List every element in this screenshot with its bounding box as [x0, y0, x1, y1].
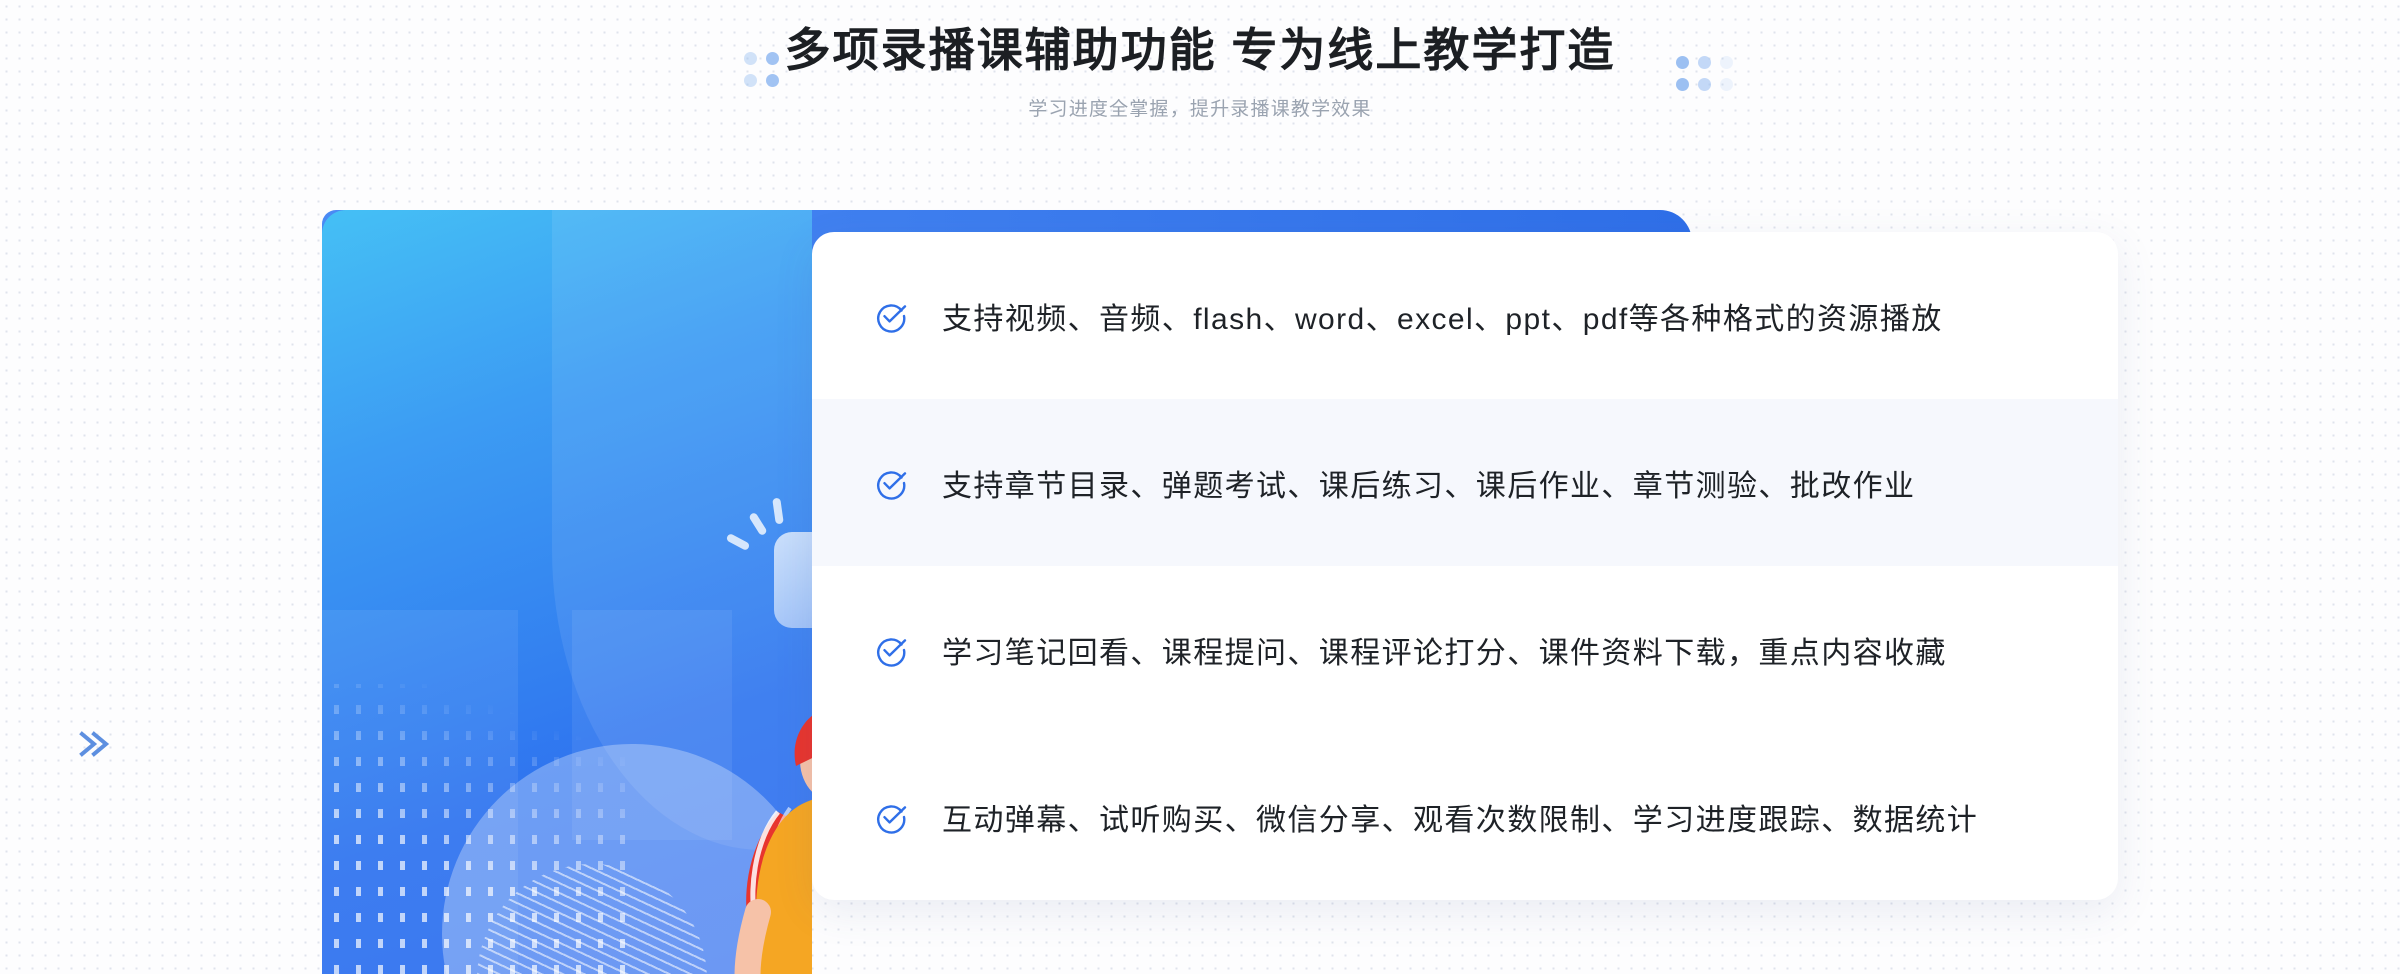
feature-text: 互动弹幕、试听购买、微信分享、观看次数限制、学习进度跟踪、数据统计: [942, 803, 1979, 837]
feature-row[interactable]: 支持视频、音频、flash、word、excel、ppt、pdf等各种格式的资源…: [812, 232, 2118, 399]
feature-row[interactable]: 互动弹幕、试听购买、微信分享、观看次数限制、学习进度跟踪、数据统计: [812, 733, 2118, 900]
feature-text: 学习笔记回看、课程提问、课程评论打分、课件资料下载，重点内容收藏: [942, 636, 1947, 670]
feature-list-card: 支持视频、音频、flash、word、excel、ppt、pdf等各种格式的资源…: [812, 232, 2118, 900]
feature-text: 支持视频、音频、flash、word、excel、ppt、pdf等各种格式的资源…: [942, 302, 1943, 336]
person-pointing-up: [734, 715, 812, 974]
page-title: 多项录播课辅助功能 专为线上教学打造: [784, 24, 1616, 76]
page-subtitle: 学习进度全掌握，提升录播课教学效果: [1028, 98, 1372, 120]
check-circle-icon: [877, 637, 907, 667]
page-root: 多项录播课辅助功能 专为线上教学打造 学习进度全掌握，提升录播课教学效果 支持视…: [0, 0, 2400, 974]
check-circle-icon: [877, 804, 907, 834]
check-circle-icon: [877, 303, 907, 333]
feature-row[interactable]: 支持章节目录、弹题考试、课后练习、课后作业、章节测验、批改作业: [812, 399, 2118, 566]
illustration-card: [322, 210, 812, 974]
header-block: 多项录播课辅助功能 专为线上教学打造 学习进度全掌握，提升录播课教学效果: [0, 22, 2400, 121]
chevron-double-right-icon: [79, 731, 110, 757]
feature-text: 支持章节目录、弹题考试、课后练习、课后作业、章节测验、批改作业: [942, 469, 1916, 503]
feature-row[interactable]: 学习笔记回看、课程提问、课程评论打分、课件资料下载，重点内容收藏: [812, 566, 2118, 733]
check-circle-icon: [877, 470, 907, 500]
